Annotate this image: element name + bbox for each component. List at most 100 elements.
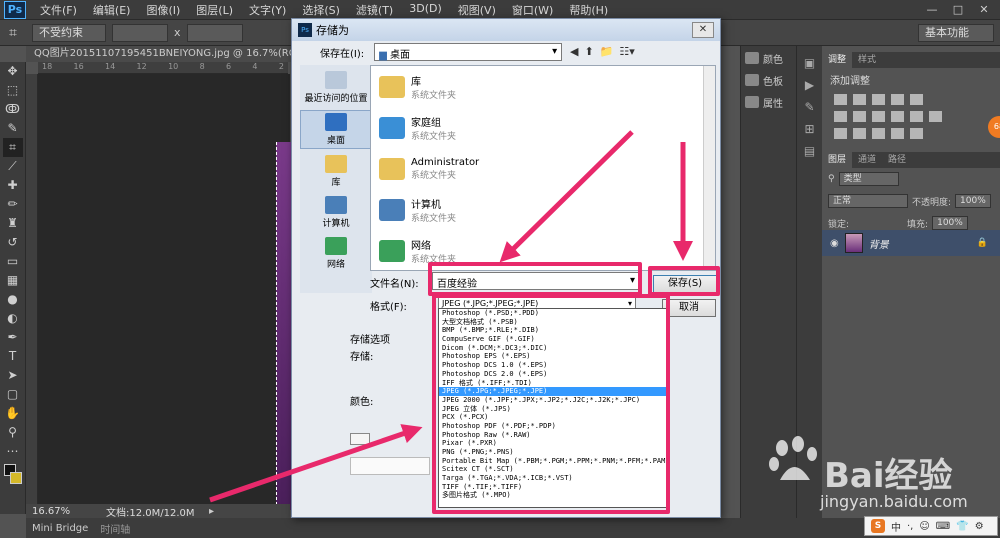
format-option[interactable]: Photoshop DCS 2.0 (*.EPS) <box>439 370 669 379</box>
menu-item[interactable]: 文字(Y) <box>241 2 294 18</box>
history-icon[interactable]: ▣ <box>804 56 815 70</box>
exposure-icon[interactable] <box>891 94 904 105</box>
format-option[interactable]: Pixar (*.PXR) <box>439 439 669 448</box>
file-row[interactable]: 家庭组 系统文件夹 <box>371 107 715 148</box>
place-computer[interactable]: 计算机 <box>300 194 372 231</box>
ime-punct-icon[interactable]: ·, <box>907 521 913 532</box>
tab-layers[interactable]: 图层 <box>822 152 853 168</box>
file-row[interactable]: 库系统文件夹 <box>371 66 715 107</box>
close-window-button[interactable]: ✕ <box>972 2 996 18</box>
move-tool-icon[interactable]: ✥ <box>3 62 23 81</box>
thumbnail-checkbox[interactable] <box>350 433 370 445</box>
posterize-icon[interactable] <box>853 128 866 139</box>
stamp-tool-icon[interactable]: ♜ <box>3 214 23 233</box>
view-menu-icon[interactable]: ☷▾ <box>619 45 634 58</box>
height-field[interactable] <box>186 23 243 42</box>
tab-adjustments[interactable]: 调整 <box>822 52 853 68</box>
tab-channels[interactable]: 通道 <box>852 152 882 168</box>
vertical-scrollbar[interactable] <box>703 66 715 270</box>
workspace-select[interactable]: 基本功能 <box>918 24 994 42</box>
file-row[interactable]: Administrator 系统文件夹 <box>371 148 715 189</box>
background-color-swatch[interactable] <box>10 472 22 484</box>
menu-item[interactable]: 3D(D) <box>401 2 450 18</box>
ime-mode-chinese[interactable]: 中 <box>891 519 901 534</box>
width-field[interactable] <box>112 23 168 42</box>
hand-tool-icon[interactable]: ✋ <box>3 404 23 423</box>
history-brush-icon[interactable]: ↺ <box>3 233 23 252</box>
menu-item[interactable]: 滤镜(T) <box>348 2 401 18</box>
menu-item[interactable]: 图层(L) <box>188 2 241 18</box>
path-select-icon[interactable]: ➤ <box>3 366 23 385</box>
minimize-button[interactable]: — <box>920 2 944 18</box>
vibrance-icon[interactable] <box>910 94 923 105</box>
brush-tool-icon[interactable]: ✏ <box>3 195 23 214</box>
sogou-logo-icon[interactable]: S <box>871 519 885 533</box>
type-tool-icon[interactable]: T <box>3 347 23 366</box>
kind-filter-select[interactable]: 类型 <box>838 172 899 186</box>
format-option[interactable]: IFF 格式 (*.IFF;*.TDI) <box>439 379 669 388</box>
format-option[interactable]: Dicom (*.DCM;*.DC3;*.DIC) <box>439 344 669 353</box>
canvas[interactable] <box>38 74 290 504</box>
swatches-panel-button[interactable]: 色板 <box>741 70 796 90</box>
gradient-map-icon[interactable] <box>891 128 904 139</box>
menu-item[interactable]: 编辑(E) <box>85 2 139 18</box>
tab-timeline[interactable]: 时间轴 <box>94 521 136 536</box>
mode-icon[interactable]: ⋯ <box>3 442 23 461</box>
quick-select-tool-icon[interactable]: ✎ <box>3 119 23 138</box>
invert-icon[interactable] <box>834 128 847 139</box>
tab-mini-bridge[interactable]: Mini Bridge <box>26 523 94 534</box>
menu-item[interactable]: 帮助(H) <box>561 2 616 18</box>
format-option[interactable]: TIFF (*.TIF;*.TIFF) <box>439 483 669 492</box>
dialog-close-button[interactable]: ✕ <box>692 22 714 38</box>
shape-tool-icon[interactable]: ▢ <box>3 385 23 404</box>
format-option[interactable]: 大型文档格式 (*.PSB) <box>439 318 669 327</box>
black-white-icon[interactable] <box>872 111 885 122</box>
format-option[interactable]: PNG (*.PNG;*.PNS) <box>439 448 669 457</box>
format-option[interactable]: PCX (*.PCX) <box>439 413 669 422</box>
place-library[interactable]: 库 <box>300 153 372 190</box>
format-option[interactable]: Photoshop DCS 1.0 (*.EPS) <box>439 361 669 370</box>
status-arrow-icon[interactable]: ▸ <box>209 506 214 517</box>
color-lookup-icon[interactable] <box>929 111 942 122</box>
format-option[interactable]: Photoshop EPS (*.EPS) <box>439 352 669 361</box>
place-network[interactable]: 网络 <box>300 235 372 272</box>
save-button[interactable]: 保存(S) <box>653 275 717 293</box>
cancel-button[interactable]: 取消 <box>662 299 716 317</box>
format-option[interactable]: BMP (*.BMP;*.RLE;*.DIB) <box>439 326 669 335</box>
format-option[interactable]: JPEG 立体 (*.JPS) <box>439 405 669 414</box>
marquee-tool-icon[interactable]: ⬚ <box>3 81 23 100</box>
format-option[interactable]: JPEG (*.JPG;*.JPEG;*.JPE) <box>439 387 669 396</box>
maximize-button[interactable]: □ <box>946 2 970 18</box>
selective-color-icon[interactable] <box>910 128 923 139</box>
channel-mixer-icon[interactable] <box>910 111 923 122</box>
levels-icon[interactable] <box>853 94 866 105</box>
brush-preset-icon[interactable]: ✎ <box>804 100 814 114</box>
back-icon[interactable]: ◀ <box>570 45 578 58</box>
gradient-tool-icon[interactable]: ▦ <box>3 271 23 290</box>
menu-item[interactable]: 窗口(W) <box>504 2 561 18</box>
ime-settings-icon[interactable]: ⚙ <box>975 521 984 532</box>
menu-item[interactable]: 选择(S) <box>294 2 348 18</box>
layer-background[interactable]: ◉ 背景 🔒 <box>822 230 1000 256</box>
crop-tool-icon[interactable]: ⌗ <box>0 25 26 41</box>
blur-tool-icon[interactable]: ● <box>3 290 23 309</box>
curves-icon[interactable] <box>872 94 885 105</box>
format-option[interactable]: Photoshop PDF (*.PDF;*.PDP) <box>439 422 669 431</box>
blend-mode-select[interactable]: 正常 <box>828 194 908 208</box>
dodge-tool-icon[interactable]: ◐ <box>3 309 23 328</box>
menu-item[interactable]: 文件(F) <box>32 2 85 18</box>
format-option[interactable]: Scitex CT (*.SCT) <box>439 465 669 474</box>
tab-paths[interactable]: 路径 <box>882 152 912 168</box>
format-option[interactable]: JPEG 2000 (*.JPF;*.JPX;*.JP2;*.J2C;*.J2K… <box>439 396 669 405</box>
zoom-tool-icon[interactable]: ⚲ <box>3 423 23 442</box>
photo-filter-icon[interactable] <box>891 111 904 122</box>
place-desktop[interactable]: 桌面 <box>300 110 372 149</box>
menu-item[interactable]: 图像(I) <box>138 2 188 18</box>
properties-panel-button[interactable]: 属性 <box>741 92 796 112</box>
eyedropper-tool-icon[interactable]: ⟋ <box>3 157 23 176</box>
file-row[interactable]: 计算机 系统文件夹 <box>371 189 715 230</box>
healing-tool-icon[interactable]: ✚ <box>3 176 23 195</box>
filename-input[interactable]: 百度经验 ▾ <box>432 272 640 290</box>
hue-saturation-icon[interactable] <box>834 111 847 122</box>
zoom-level[interactable]: 16.67% <box>26 506 76 517</box>
